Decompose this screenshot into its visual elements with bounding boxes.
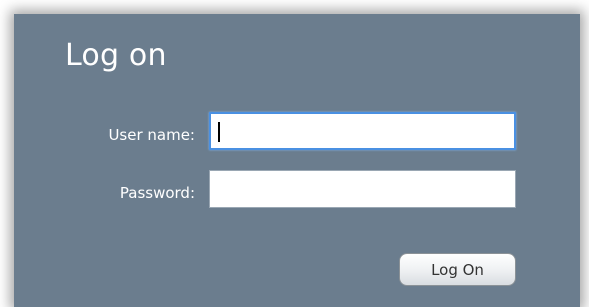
username-input[interactable] [209,112,516,150]
log-on-button[interactable]: Log On [399,253,516,286]
password-input[interactable] [209,170,516,208]
password-label: Password: [119,184,195,202]
text-caret [218,122,220,142]
username-label: User name: [108,126,195,144]
page: Log on User name: Password: Log On [0,0,589,307]
logon-panel: Log on User name: Password: Log On [14,14,580,307]
dialog-title: Log on [65,38,167,73]
